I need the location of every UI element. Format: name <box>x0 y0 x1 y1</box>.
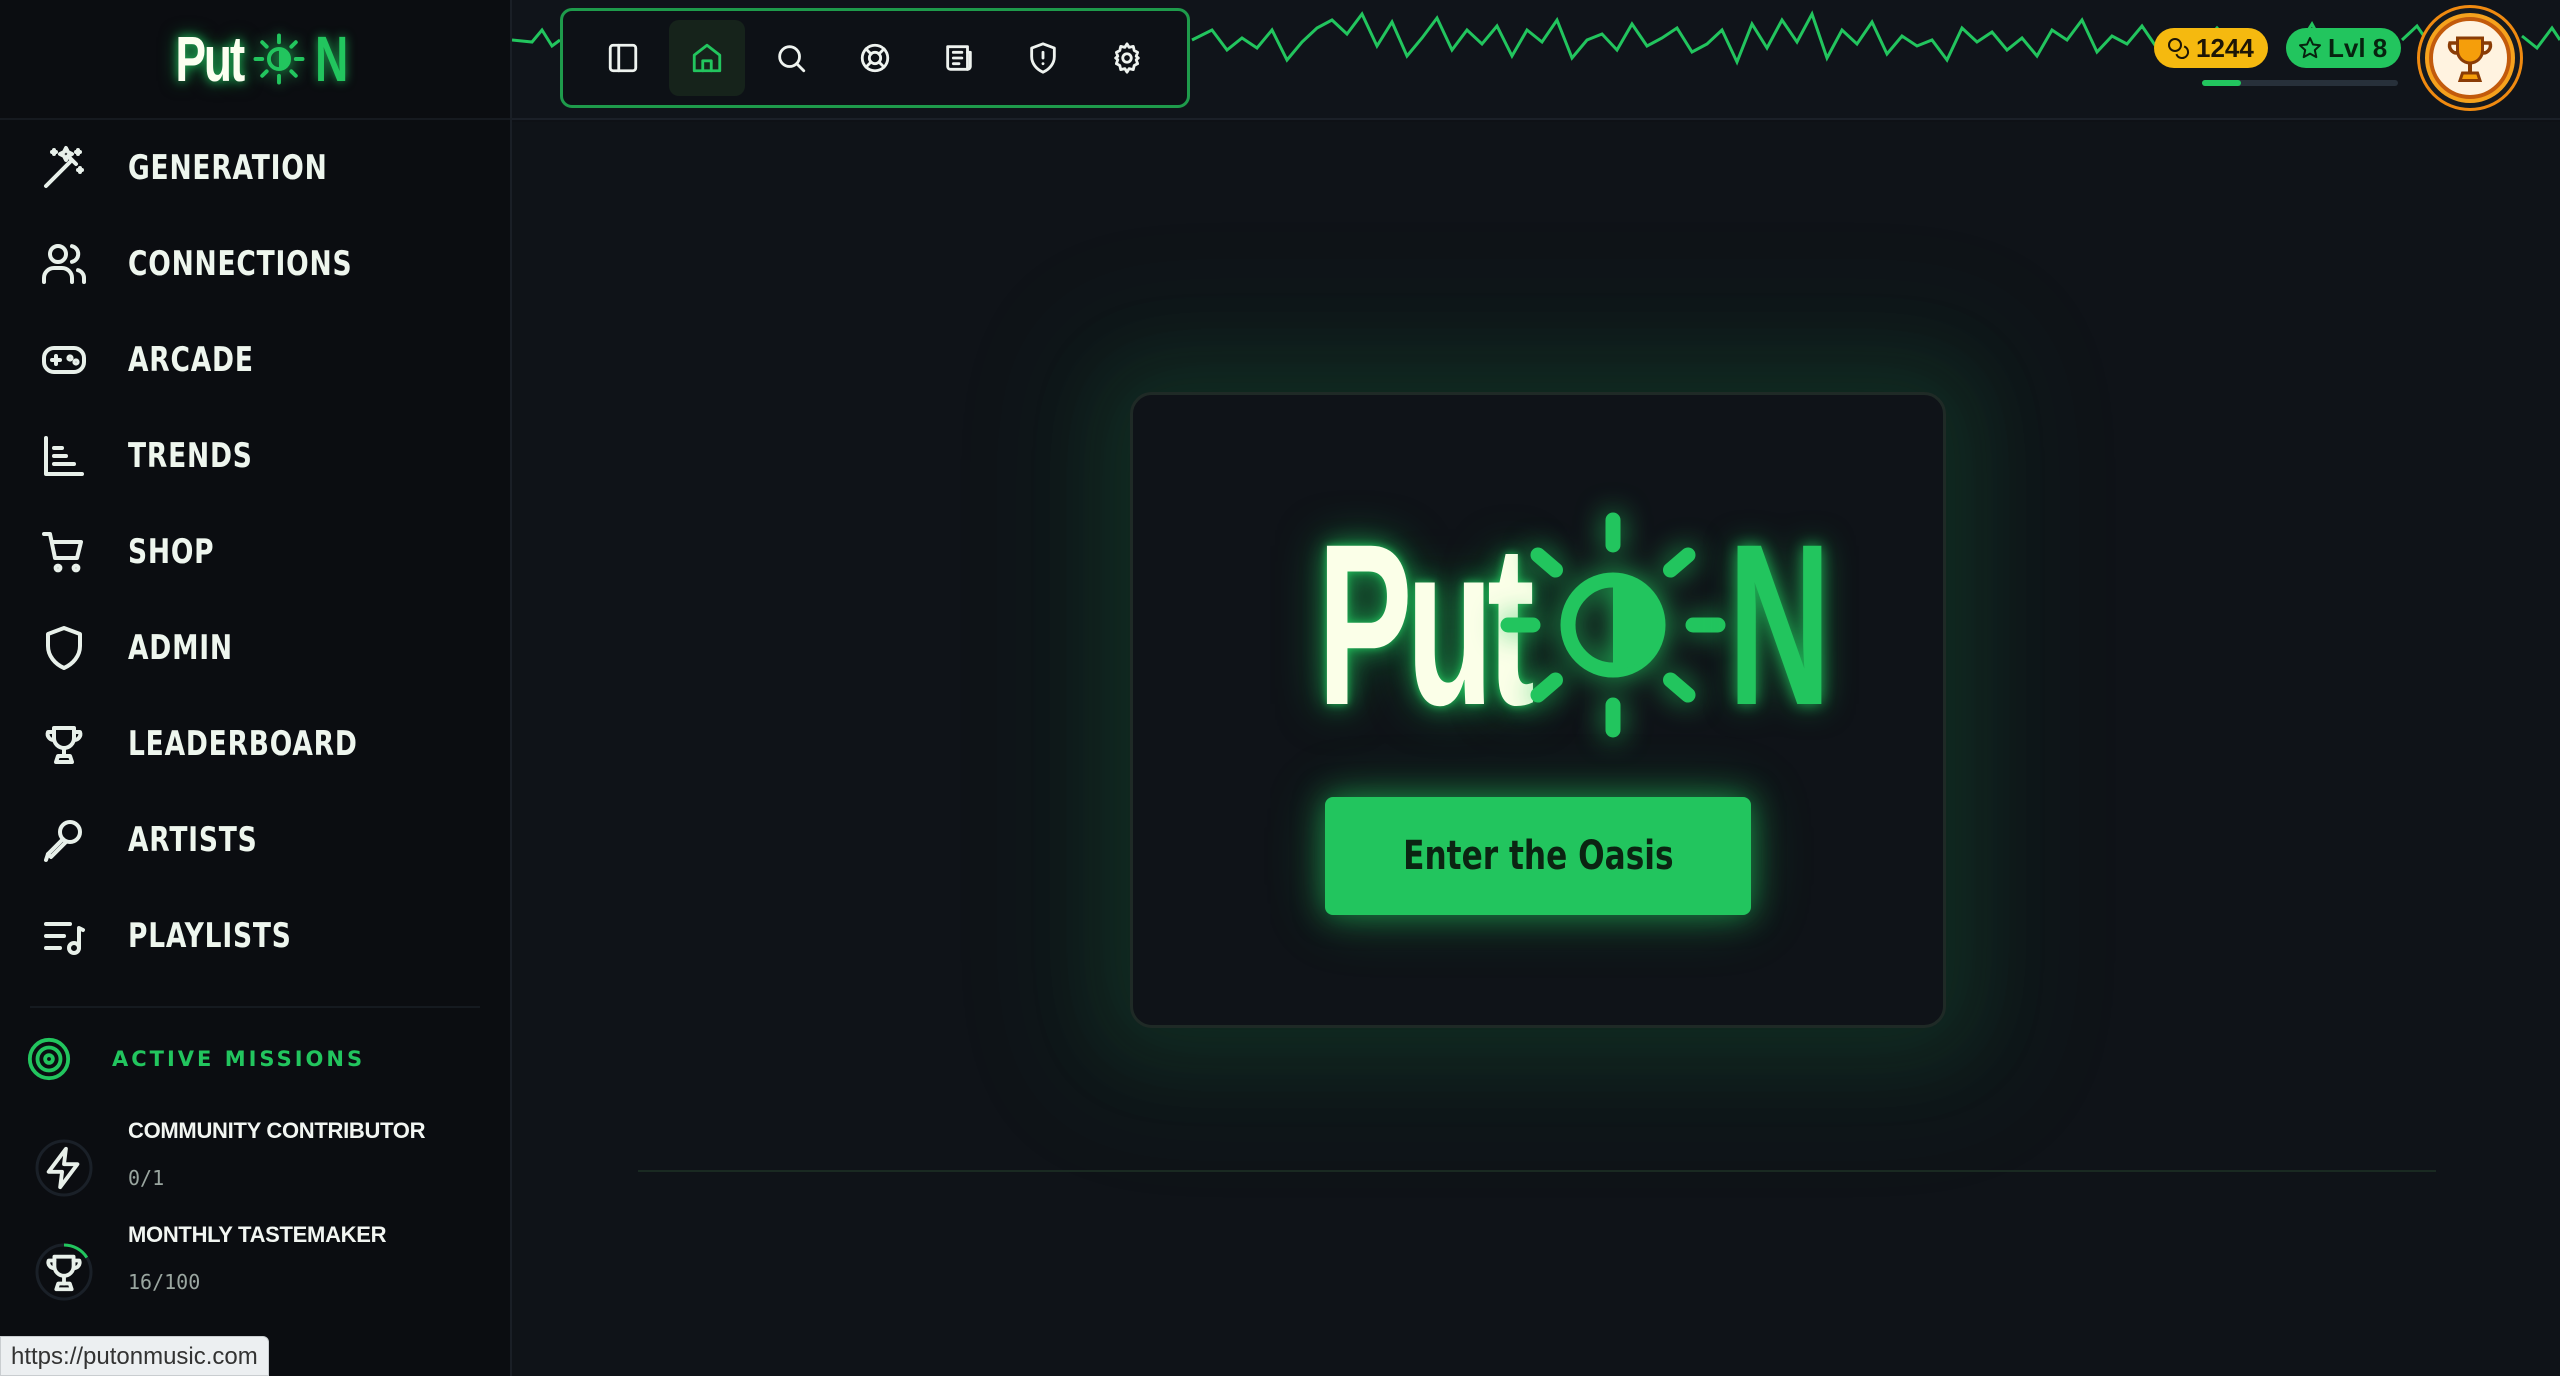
lightning-icon <box>34 1138 94 1198</box>
trophy-icon <box>38 718 90 770</box>
sidebar-item-artists[interactable]: ARTISTS <box>0 792 510 888</box>
search-icon <box>778 45 806 73</box>
mission-progress: 0/1 <box>128 1166 165 1190</box>
sidebar-divider <box>30 1006 480 1008</box>
hero-logo: Put N <box>1133 495 1949 755</box>
sidebar-item-label: LEADERBOARD <box>128 724 358 764</box>
magic-wand-icon <box>38 142 90 194</box>
coins-icon <box>2168 38 2189 59</box>
level-badge[interactable]: Lvl 8 <box>2286 28 2402 68</box>
lifebuoy-icon <box>860 43 890 73</box>
enter-oasis-button[interactable]: Enter the Oasis <box>1325 797 1751 915</box>
sidebar-item-trends[interactable]: TRENDS <box>0 408 510 504</box>
bar-chart-icon <box>38 430 90 482</box>
main-content: Put N Enter the Oasis <box>512 122 2560 1376</box>
toolbar-news-button[interactable] <box>921 20 997 96</box>
toolbar-security-button[interactable] <box>1005 20 1081 96</box>
sidebar-item-generation[interactable]: GENERATION <box>0 120 510 216</box>
brand-n-text: N <box>314 23 349 95</box>
mission-progress: 16/100 <box>128 1270 201 1294</box>
toolbar-sidebar-toggle-button[interactable] <box>585 20 661 96</box>
xp-progress-fill <box>2202 80 2242 86</box>
mission-item[interactable]: COMMUNITY CONTRIBUTOR 0/1 <box>0 1104 510 1208</box>
users-icon <box>38 238 90 290</box>
avatar-image <box>2429 17 2511 99</box>
sun-logo-icon <box>1500 512 1726 738</box>
content-divider <box>638 1170 2436 1172</box>
xp-progress-bar <box>2202 80 2398 86</box>
missions-header: ACTIVE MISSIONS <box>0 1014 510 1104</box>
enter-oasis-label: Enter the Oasis <box>1402 833 1674 879</box>
trophy-avatar-icon <box>2447 36 2493 82</box>
sidebar-item-label: CONNECTIONS <box>128 244 353 284</box>
playlist-icon <box>38 910 90 962</box>
topbar: 1244 Lvl 8 <box>512 0 2560 120</box>
trophy-icon <box>34 1242 94 1302</box>
sidebar-item-label: SHOP <box>128 532 215 572</box>
gear-icon <box>1114 42 1140 74</box>
sidebar-item-admin[interactable]: ADMIN <box>0 600 510 696</box>
sidebar-item-label: PLAYLISTS <box>128 916 292 956</box>
toolbar-settings-button[interactable] <box>1089 20 1165 96</box>
sidebar-item-label: ARCADE <box>128 340 254 380</box>
sidebar-item-label: ARTISTS <box>128 820 258 860</box>
status-url-tooltip: https://putonmusic.com <box>0 1336 269 1376</box>
sidebar: Put N GENERATION CONNECTIONS ARCADE TREN… <box>0 0 512 1376</box>
hero-n-text: N <box>1728 496 1832 753</box>
newspaper-icon <box>946 45 972 71</box>
cart-icon <box>38 526 90 578</box>
sidebar-nav: GENERATION CONNECTIONS ARCADE TRENDS SHO… <box>0 120 510 984</box>
sidebar-toggle-icon <box>608 43 638 73</box>
toolbar-search-button[interactable] <box>753 20 829 96</box>
mission-title: COMMUNITY CONTRIBUTOR <box>128 1118 426 1143</box>
user-avatar[interactable] <box>2420 8 2520 108</box>
sidebar-item-shop[interactable]: SHOP <box>0 504 510 600</box>
gamepad-icon <box>38 334 90 386</box>
brand-wordmark: Put N <box>149 22 361 96</box>
coin-count: 1244 <box>2196 32 2254 63</box>
mission-progress-ring <box>35 1243 93 1301</box>
app-root: Put N GENERATION CONNECTIONS ARCADE TREN… <box>0 0 2560 1376</box>
sidebar-item-label: ADMIN <box>128 628 233 668</box>
home-icon <box>692 43 722 73</box>
level-text: Lvl 8 <box>2328 32 2388 63</box>
brand-logo[interactable]: Put N <box>0 0 510 120</box>
sidebar-item-label: GENERATION <box>128 148 328 188</box>
mission-progress-ring <box>35 1139 93 1197</box>
mission-item[interactable]: MONTHLY TASTEMAKER 16/100 <box>0 1208 510 1312</box>
sidebar-item-playlists[interactable]: PLAYLISTS <box>0 888 510 984</box>
hero-card: Put N Enter the Oasis <box>1130 392 1946 1028</box>
coin-balance-badge[interactable]: 1244 <box>2154 28 2268 68</box>
sidebar-item-arcade[interactable]: ARCADE <box>0 312 510 408</box>
sidebar-item-leaderboard[interactable]: LEADERBOARD <box>0 696 510 792</box>
microphone-icon <box>38 814 90 866</box>
sidebar-item-label: TRENDS <box>128 436 253 476</box>
main-toolbar <box>560 8 1190 108</box>
toolbar-home-button[interactable] <box>669 20 745 96</box>
mission-title: MONTHLY TASTEMAKER <box>128 1222 387 1247</box>
sun-logo-icon <box>253 33 305 85</box>
star-icon <box>2299 37 2321 59</box>
shield-alert-icon <box>1030 42 1056 74</box>
brand-put-text: Put <box>175 23 245 95</box>
sidebar-item-connections[interactable]: CONNECTIONS <box>0 216 510 312</box>
shield-icon <box>38 622 90 674</box>
missions-title: ACTIVE MISSIONS <box>112 1047 366 1071</box>
toolbar-help-button[interactable] <box>837 20 913 96</box>
target-icon <box>26 1036 72 1082</box>
